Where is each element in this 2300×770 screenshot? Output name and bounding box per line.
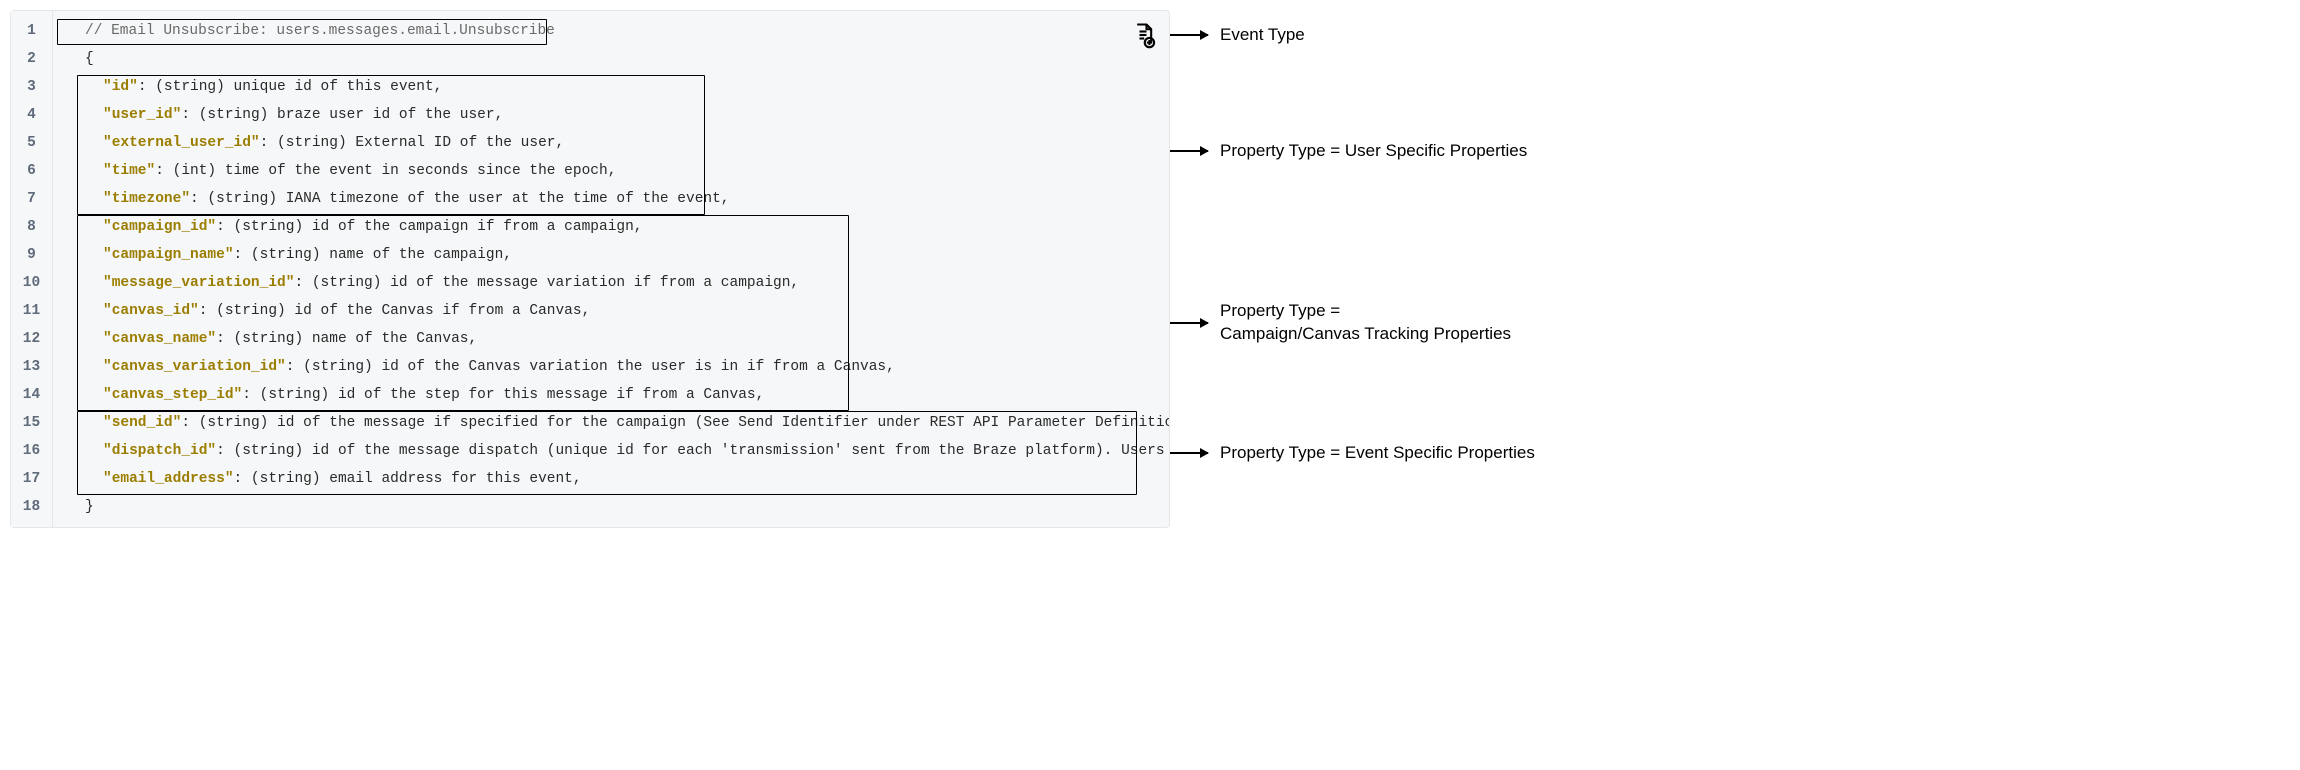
code-line: "canvas_id": (string) id of the Canvas i… (73, 297, 1169, 325)
code-value: : (string) id of the Canvas variation th… (286, 359, 895, 375)
code-value: : (string) unique id of this event, (138, 79, 443, 95)
annotation-label: Property Type = Campaign/Canvas Tracking… (1220, 300, 1511, 346)
code-comment: // Email Unsubscribe: users.messages.ema… (85, 23, 555, 39)
code-key: "email_address" (103, 471, 234, 487)
code-line: "user_id": (string) braze user id of the… (73, 101, 1169, 129)
code-line: // Email Unsubscribe: users.messages.ema… (73, 17, 1169, 45)
line-number: 17 (11, 465, 52, 493)
code-brace: { (85, 51, 94, 67)
code-line: } (73, 493, 1169, 521)
code-line: "campaign_id": (string) id of the campai… (73, 213, 1169, 241)
line-number: 10 (11, 269, 52, 297)
line-number: 18 (11, 493, 52, 521)
code-value: : (string) id of the message variation i… (294, 275, 799, 291)
code-value: : (string) External ID of the user, (260, 135, 565, 151)
code-key: "canvas_id" (103, 303, 199, 319)
line-number: 7 (11, 185, 52, 213)
line-number: 12 (11, 325, 52, 353)
arrow-icon (1170, 322, 1208, 324)
annotation-event-properties: Property Type = Event Specific Propertie… (1170, 442, 1535, 465)
code-value: : (string) IANA timezone of the user at … (190, 191, 730, 207)
line-number: 13 (11, 353, 52, 381)
code-value: : (string) braze user id of the user, (181, 107, 503, 123)
code-panel: 123456789101112131415161718 // Email Uns… (10, 10, 1170, 528)
code-key: "dispatch_id" (103, 443, 216, 459)
code-key: "campaign_name" (103, 247, 234, 263)
code-value: : (string) id of the step for this messa… (242, 387, 764, 403)
code-value: : (string) id of the message dispatch (u… (216, 443, 1169, 459)
annotation-event-type: Event Type (1170, 24, 1305, 47)
annotation-label: Property Type = User Specific Properties (1220, 140, 1527, 163)
code-key: "timezone" (103, 191, 190, 207)
line-number: 8 (11, 213, 52, 241)
code-value: : (string) name of the campaign, (234, 247, 512, 263)
code-key: "id" (103, 79, 138, 95)
code-value: : (string) id of the message if specifie… (181, 415, 1169, 431)
code-key: "user_id" (103, 107, 181, 123)
code-body: // Email Unsubscribe: users.messages.ema… (53, 11, 1169, 527)
code-value: : (string) email address for this event, (234, 471, 582, 487)
code-key: "canvas_name" (103, 331, 216, 347)
line-number: 2 (11, 45, 52, 73)
line-number-gutter: 123456789101112131415161718 (11, 11, 53, 527)
code-key: "external_user_id" (103, 135, 260, 151)
line-number: 3 (11, 73, 52, 101)
line-number: 14 (11, 381, 52, 409)
code-key: "canvas_variation_id" (103, 359, 286, 375)
code-line: { (73, 45, 1169, 73)
code-line: "time": (int) time of the event in secon… (73, 157, 1169, 185)
code-line: "timezone": (string) IANA timezone of th… (73, 185, 1169, 213)
code-line: "canvas_step_id": (string) id of the ste… (73, 381, 1169, 409)
line-number: 16 (11, 437, 52, 465)
line-number: 6 (11, 157, 52, 185)
code-key: "campaign_id" (103, 219, 216, 235)
code-line: "message_variation_id": (string) id of t… (73, 269, 1169, 297)
line-number: 4 (11, 101, 52, 129)
code-line: "canvas_variation_id": (string) id of th… (73, 353, 1169, 381)
annotation-label: Property Type = Event Specific Propertie… (1220, 442, 1535, 465)
code-value: : (string) id of the Canvas if from a Ca… (199, 303, 591, 319)
code-line: "id": (string) unique id of this event, (73, 73, 1169, 101)
annotation-user-properties: Property Type = User Specific Properties (1170, 140, 1527, 163)
line-number: 5 (11, 129, 52, 157)
code-line: "dispatch_id": (string) id of the messag… (73, 437, 1169, 465)
code-line: "send_id": (string) id of the message if… (73, 409, 1169, 437)
code-value: : (int) time of the event in seconds sin… (155, 163, 616, 179)
code-key: "canvas_step_id" (103, 387, 242, 403)
arrow-icon (1170, 150, 1208, 152)
code-line: "canvas_name": (string) name of the Canv… (73, 325, 1169, 353)
code-line: "email_address": (string) email address … (73, 465, 1169, 493)
code-line: "external_user_id": (string) External ID… (73, 129, 1169, 157)
arrow-icon (1170, 34, 1208, 36)
line-number: 1 (11, 17, 52, 45)
arrow-icon (1170, 452, 1208, 454)
code-value: : (string) id of the campaign if from a … (216, 219, 642, 235)
code-line: "campaign_name": (string) name of the ca… (73, 241, 1169, 269)
annotation-campaign-properties: Property Type = Campaign/Canvas Tracking… (1170, 300, 1511, 346)
line-number: 11 (11, 297, 52, 325)
code-key: "time" (103, 163, 155, 179)
code-brace: } (85, 499, 94, 515)
code-key: "message_variation_id" (103, 275, 294, 291)
code-key: "send_id" (103, 415, 181, 431)
line-number: 15 (11, 409, 52, 437)
annotation-label: Event Type (1220, 24, 1305, 47)
code-value: : (string) name of the Canvas, (216, 331, 477, 347)
line-number: 9 (11, 241, 52, 269)
